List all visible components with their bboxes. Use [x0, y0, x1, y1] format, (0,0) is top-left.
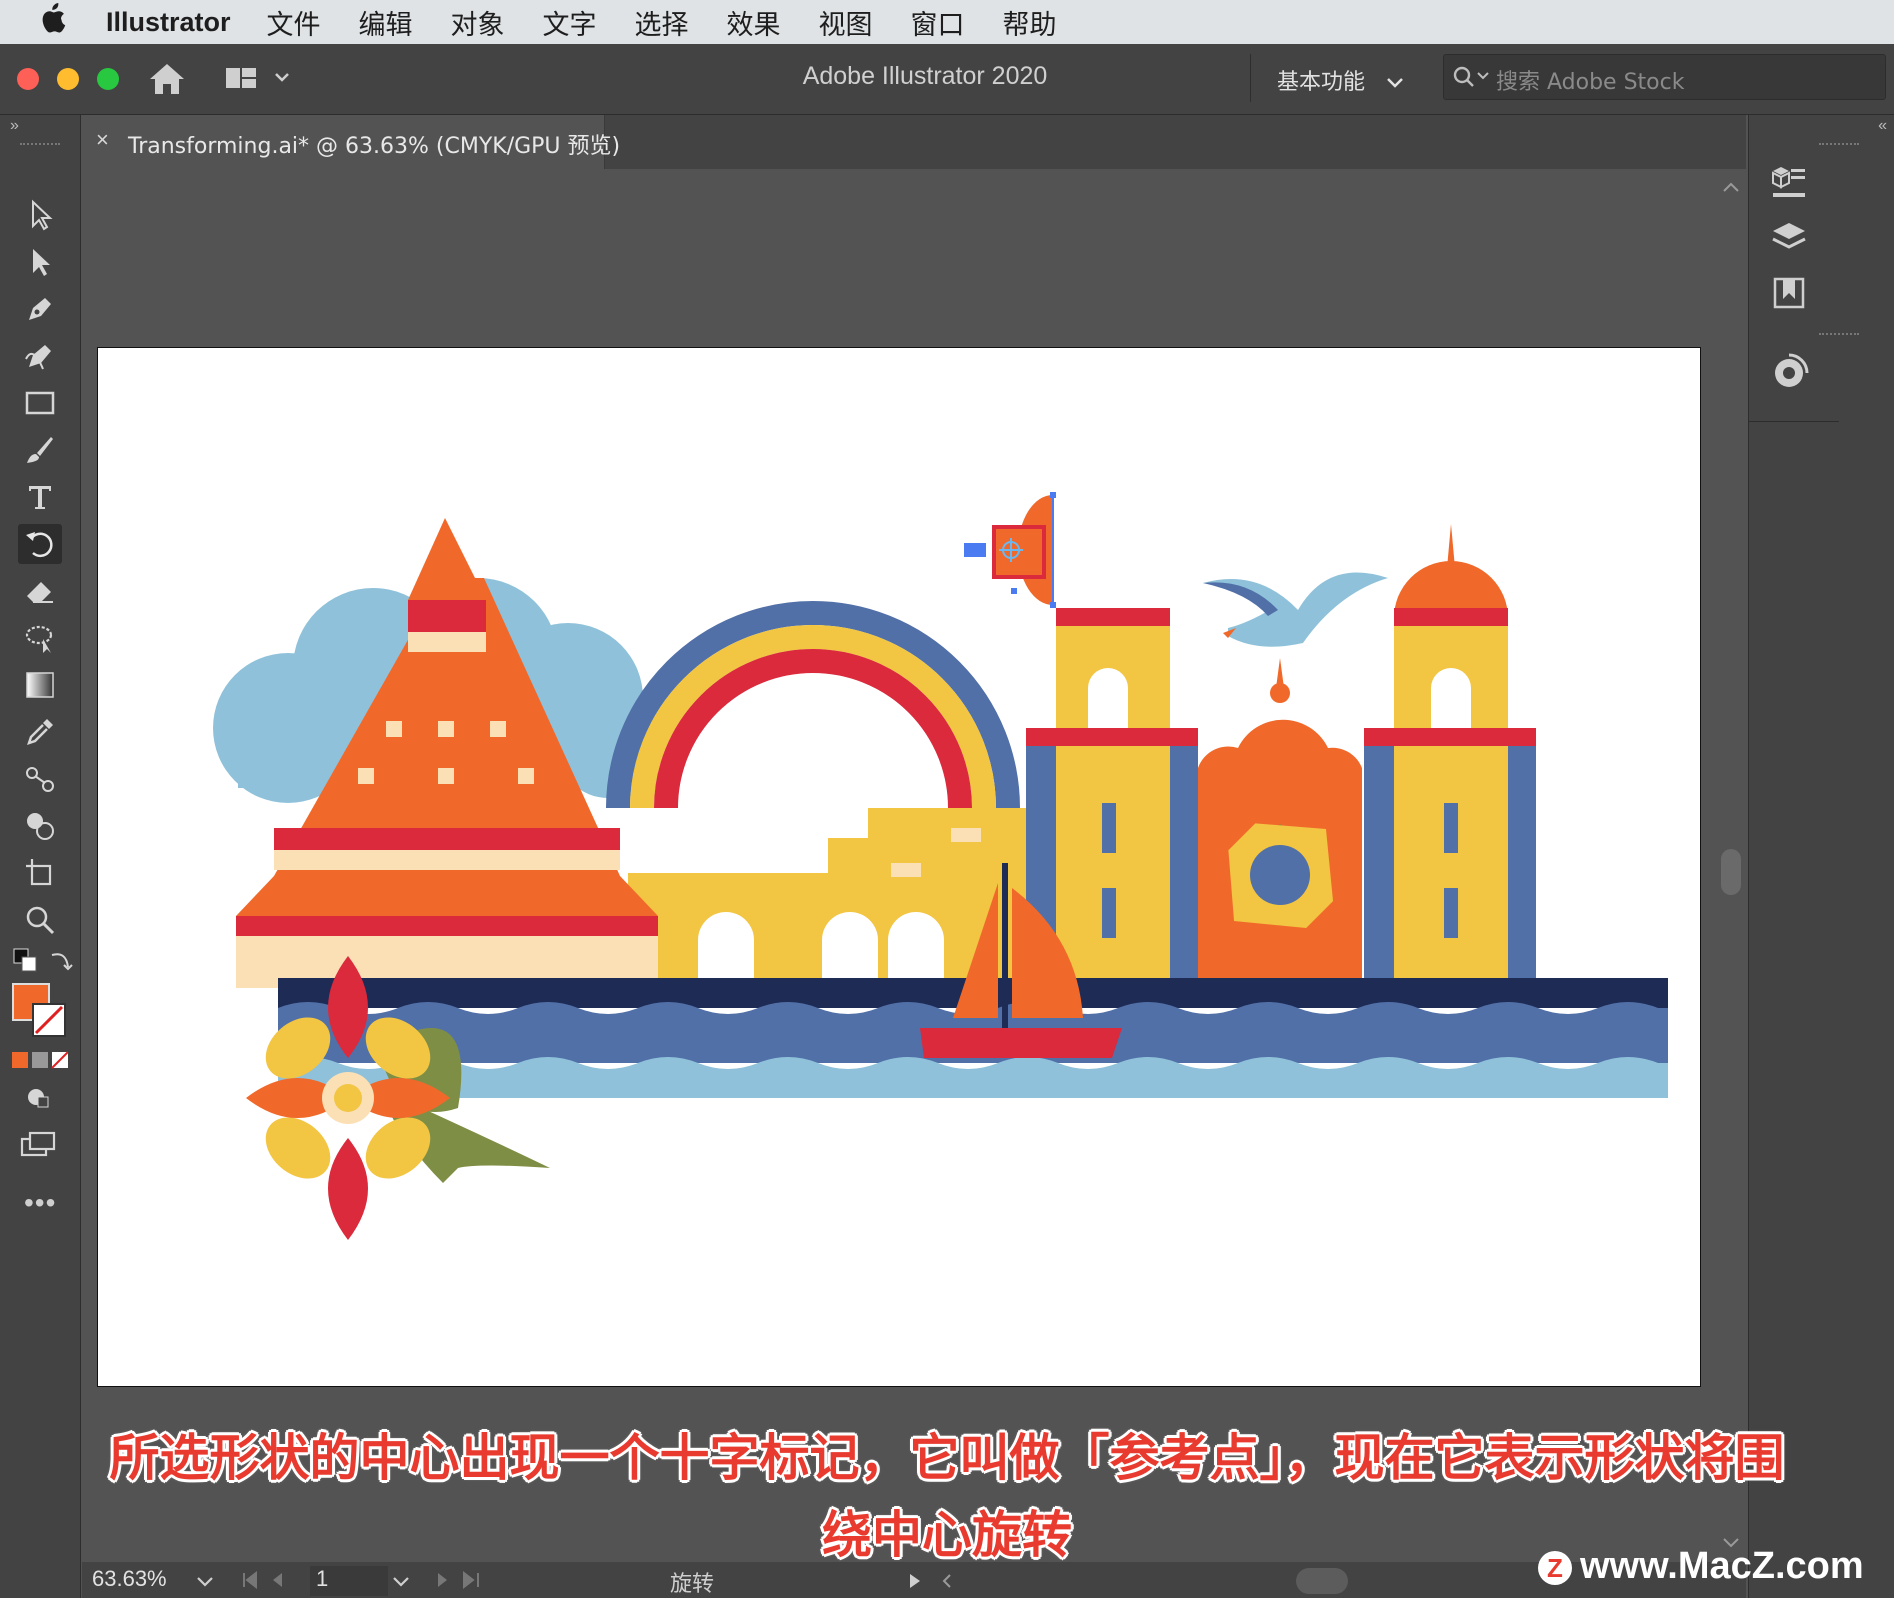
color-mode-icons[interactable]: [12, 1051, 69, 1074]
app-title-bar: Adobe Illustrator 2020 基本功能 搜索 Adobe Sto…: [0, 44, 1894, 115]
libraries-panel-icon[interactable]: [1769, 273, 1809, 318]
draw-mode-icon[interactable]: [24, 1085, 54, 1116]
menu-edit[interactable]: 编辑: [359, 3, 413, 42]
zoom-dropdown-icon[interactable]: [196, 1576, 214, 1588]
watermark-text: www.MacZ.com: [1580, 1545, 1864, 1587]
horizontal-scroll-thumb[interactable]: [1296, 1568, 1348, 1594]
collapse-panel-icon[interactable]: «: [1878, 117, 1887, 135]
vertical-scrollbar[interactable]: [1716, 169, 1746, 1559]
seagull-shape[interactable]: [1203, 572, 1388, 647]
search-placeholder: 搜索 Adobe Stock: [1496, 70, 1685, 95]
apple-icon[interactable]: [38, 2, 88, 42]
zoom-level-field[interactable]: 63.63%: [92, 1566, 188, 1596]
selected-flag-shape[interactable]: [964, 492, 1056, 608]
artboard-tool-icon[interactable]: [18, 853, 62, 893]
watermark: Zwww.MacZ.com: [1538, 1545, 1864, 1588]
stock-search-input[interactable]: 搜索 Adobe Stock: [1443, 54, 1886, 100]
expand-panel-icon[interactable]: »: [10, 117, 19, 135]
lasso-tool-icon[interactable]: [18, 618, 62, 658]
menu-effect[interactable]: 效果: [727, 3, 781, 42]
status-menu-arrow-icon[interactable]: [908, 1572, 922, 1590]
grip-icon[interactable]: [1819, 333, 1859, 339]
artboard-dropdown-icon[interactable]: [392, 1576, 410, 1588]
menu-window[interactable]: 窗口: [911, 3, 965, 42]
mac-menu-bar: Illustrator 文件 编辑 对象 文字 选择 效果 视图 窗口 帮助: [0, 0, 1894, 44]
menu-file[interactable]: 文件: [267, 3, 321, 42]
direct-selection-tool-icon[interactable]: [18, 242, 62, 282]
dome-building[interactable]: [1196, 658, 1366, 988]
gradient-tool-icon[interactable]: [18, 665, 62, 705]
divider: [1250, 54, 1251, 102]
document-tab-label: Transforming.ai* @ 63.63% (CMYK/GPU 预览): [128, 134, 621, 159]
menu-type[interactable]: 文字: [543, 3, 597, 42]
swap-fill-stroke-icon[interactable]: [48, 947, 74, 978]
more-tools-icon[interactable]: •••: [24, 1187, 56, 1219]
artboard[interactable]: [97, 347, 1701, 1387]
type-tool-icon[interactable]: [18, 477, 62, 517]
city-illustration: [213, 492, 1668, 1240]
color-theme-panel-icon[interactable]: [1769, 353, 1809, 398]
macz-logo-icon: Z: [1538, 1550, 1572, 1585]
first-prev-artboard-icons[interactable]: [240, 1570, 300, 1590]
default-fill-stroke-icon[interactable]: [12, 947, 40, 980]
eraser-tool-icon[interactable]: [18, 571, 62, 611]
chevron-down-icon: [1386, 70, 1404, 95]
curvature-tool-icon[interactable]: [18, 336, 62, 376]
document-tab[interactable]: × Transforming.ai* @ 63.63% (CMYK/GPU 预览…: [82, 115, 620, 169]
scroll-left-icon[interactable]: [940, 1572, 954, 1590]
menu-select[interactable]: 选择: [635, 3, 689, 42]
layers-panel-icon[interactable]: [1769, 219, 1809, 264]
eyedropper-tool-icon[interactable]: [18, 712, 62, 752]
scroll-thumb[interactable]: [1721, 849, 1741, 895]
app-menu[interactable]: Illustrator: [106, 7, 231, 38]
paintbrush-tool-icon[interactable]: [18, 430, 62, 470]
tools-panel: » •••: [0, 115, 81, 1598]
next-last-artboard-icons[interactable]: [432, 1570, 492, 1590]
close-tab-icon[interactable]: ×: [96, 127, 109, 153]
grip-icon[interactable]: [20, 143, 60, 149]
search-icon: [1453, 66, 1489, 87]
artboard-number-value: 1: [316, 1566, 329, 1591]
screen-mode-icon[interactable]: [20, 1131, 58, 1164]
rainbow-shape[interactable]: [606, 601, 1020, 809]
zoom-tool-icon[interactable]: [18, 900, 62, 940]
zoom-level-value: 63.63%: [92, 1566, 167, 1591]
blend-tool-icon[interactable]: [18, 759, 62, 799]
right-tower[interactable]: [1364, 524, 1536, 988]
current-tool-status[interactable]: 旋转: [670, 1566, 714, 1598]
workspace-label: 基本功能: [1277, 70, 1366, 95]
menu-object[interactable]: 对象: [451, 3, 505, 42]
menu-view[interactable]: 视图: [819, 3, 873, 42]
shape-builder-tool-icon[interactable]: [18, 806, 62, 846]
rotate-tool-icon[interactable]: [18, 524, 62, 564]
artboard-number-field[interactable]: 1: [310, 1566, 388, 1596]
stroke-color-swatch[interactable]: [32, 1003, 66, 1037]
rectangle-tool-icon[interactable]: [18, 383, 62, 423]
subtitle-line-1: 所选形状的中心出现一个十字标记，它叫做「参考点」，现在它表示形状将围: [109, 1429, 1785, 1487]
aqueduct-shape[interactable]: [628, 808, 1028, 988]
right-panel-dock: «: [1748, 115, 1894, 1598]
workspace-switcher[interactable]: 基本功能: [1277, 64, 1404, 96]
selection-tool-icon[interactable]: [18, 195, 62, 235]
menu-help[interactable]: 帮助: [1003, 3, 1057, 42]
properties-panel-icon[interactable]: [1769, 163, 1809, 208]
scroll-up-icon[interactable]: [1722, 181, 1740, 193]
pen-tool-icon[interactable]: [18, 289, 62, 329]
